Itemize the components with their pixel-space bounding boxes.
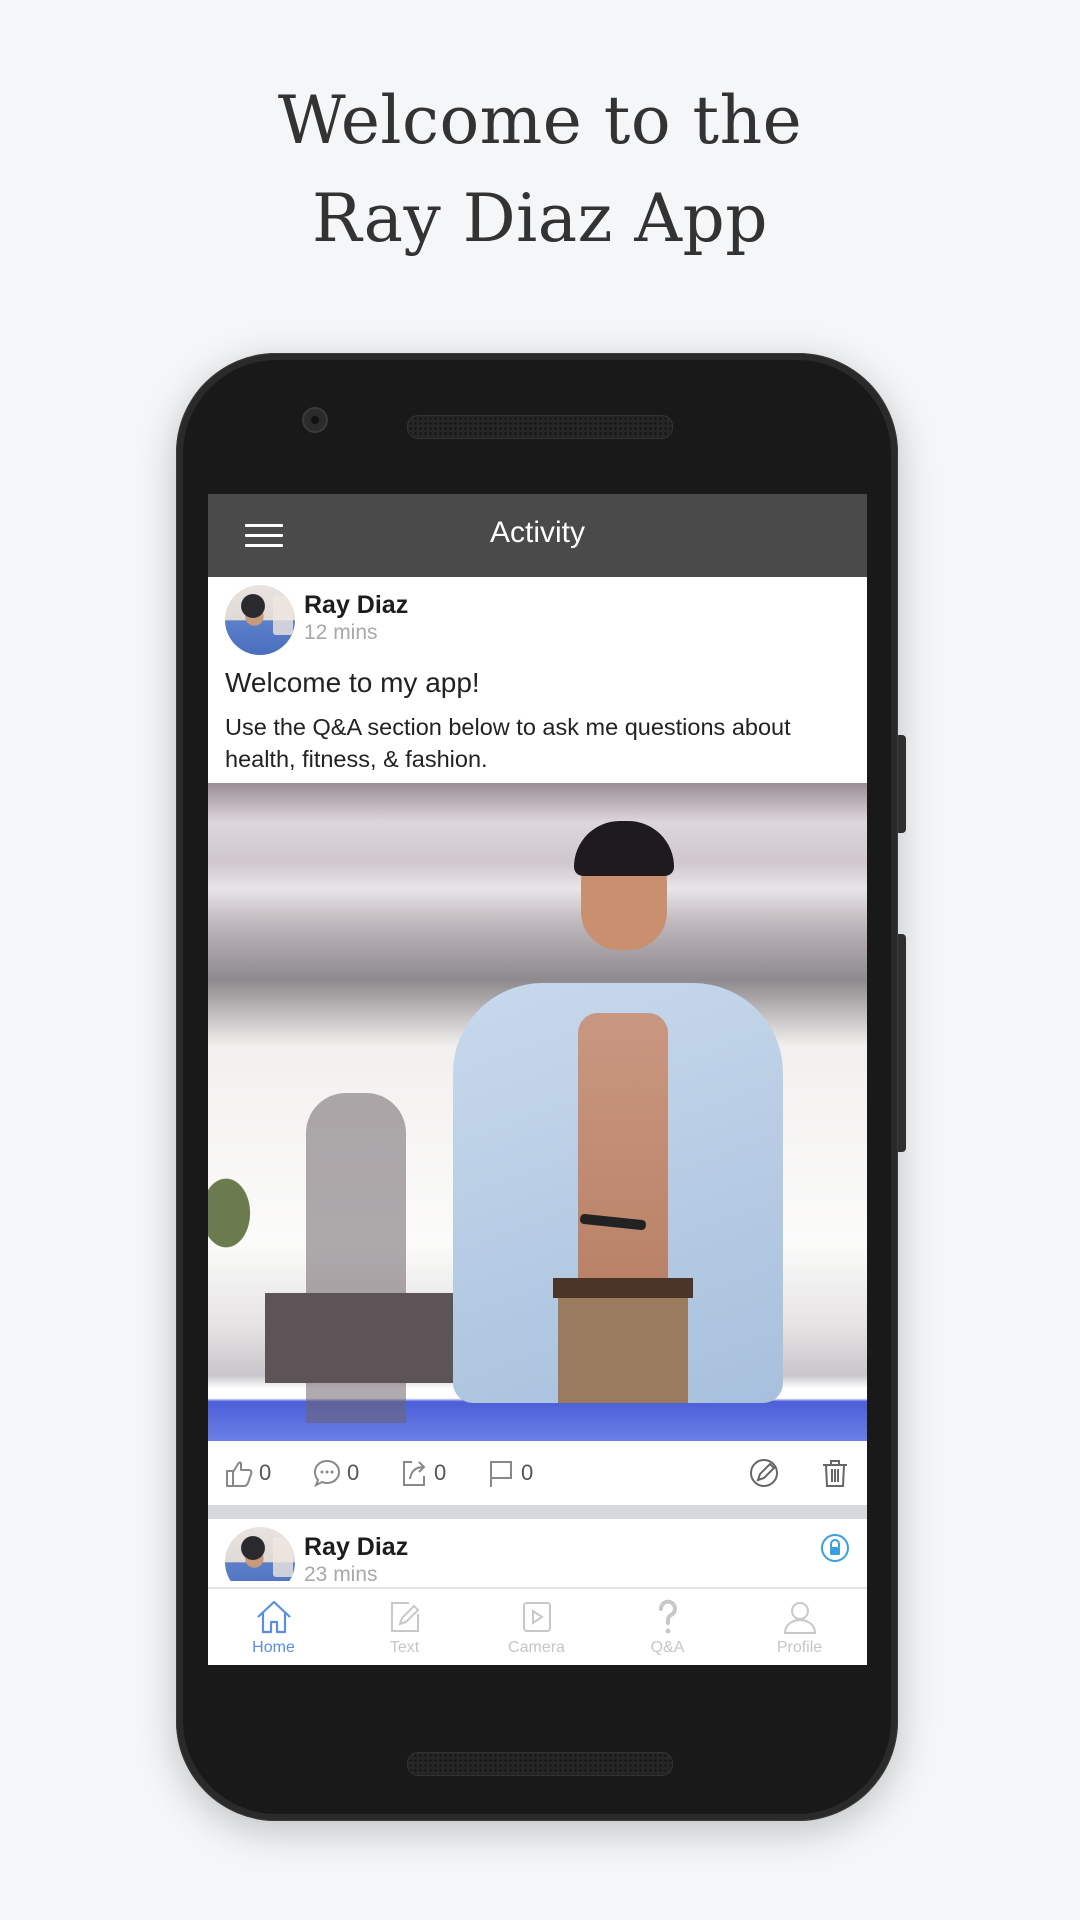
image-desk [265, 1293, 455, 1383]
top-speaker-grille [407, 415, 673, 439]
play-square-icon [522, 1602, 551, 1632]
post-header: Ray Diaz 12 mins [208, 577, 867, 661]
comment-bubble-icon [313, 1459, 341, 1488]
post-divider [208, 1505, 867, 1519]
bottom-speaker-grille [407, 1752, 673, 1776]
page-title: Activity [489, 516, 585, 549]
trash-icon [823, 1460, 847, 1487]
person-icon [783, 1602, 816, 1634]
post-header: Ray Diaz 23 mins [208, 1519, 867, 1581]
image-plant [208, 1153, 268, 1273]
tab-label: Camera [508, 1639, 565, 1656]
thumbs-up-icon [226, 1461, 253, 1487]
app-screen: Activity Ray Diaz 12 mins Welcome to my … [208, 494, 867, 1665]
post-author[interactable]: Ray Diaz [304, 591, 408, 620]
post-timestamp: 12 mins [304, 621, 378, 644]
app-bar: Activity [208, 494, 867, 577]
power-button [898, 735, 906, 833]
comment-count: 0 [347, 1460, 360, 1485]
tab-label: Home [252, 1639, 295, 1656]
tab-text[interactable]: Text [339, 1597, 470, 1657]
image-pants [558, 1288, 688, 1403]
post-card: Ray Diaz 12 mins Welcome to my app! Use … [208, 577, 867, 1505]
tab-label: Text [389, 1639, 420, 1656]
pencil-square-icon [390, 1602, 419, 1632]
post-image[interactable] [208, 783, 867, 1441]
welcome-headline: Welcome to the Ray Diaz App [0, 72, 1080, 268]
like-button[interactable]: 0 [223, 1457, 271, 1489]
flag-icon [490, 1461, 512, 1487]
activity-feed[interactable]: Ray Diaz 12 mins Welcome to my app! Use … [208, 577, 867, 1581]
flag-button[interactable]: 0 [485, 1457, 533, 1489]
headline-line-2: Ray Diaz App [311, 180, 769, 257]
question-mark-icon [658, 1599, 677, 1634]
image-hair [574, 821, 674, 876]
post-card: Ray Diaz 23 mins [208, 1519, 867, 1581]
home-icon [256, 1600, 291, 1634]
share-button[interactable]: 0 [398, 1457, 446, 1489]
edit-pencil-icon [750, 1459, 778, 1487]
avatar[interactable] [225, 1527, 295, 1581]
tab-label: Profile [776, 1639, 823, 1656]
front-camera [302, 407, 328, 433]
bottom-tab-bar: Home Text Camera Q&A Profile [208, 1587, 867, 1665]
tab-camera[interactable]: Camera [471, 1597, 602, 1657]
volume-button [898, 934, 906, 1152]
lock-icon[interactable] [820, 1533, 850, 1563]
post-body: Use the Q&A section below to ask me ques… [225, 714, 791, 772]
share-count: 0 [434, 1460, 447, 1485]
comment-button[interactable]: 0 [311, 1457, 359, 1489]
tab-label: Q&A [650, 1639, 685, 1656]
headline-line-1: Welcome to the [277, 82, 803, 159]
delete-post-button[interactable] [819, 1457, 851, 1489]
post-actions: 0 0 0 0 [208, 1441, 867, 1505]
flag-count: 0 [521, 1460, 534, 1485]
share-icon [403, 1461, 426, 1486]
post-timestamp: 23 mins [304, 1563, 378, 1581]
tab-home[interactable]: Home [208, 1597, 339, 1657]
edit-post-button[interactable] [748, 1457, 780, 1489]
post-title: Welcome to my app! [225, 667, 480, 698]
post-author[interactable]: Ray Diaz [304, 1533, 408, 1562]
avatar[interactable] [225, 585, 295, 655]
image-belt [553, 1278, 693, 1298]
tab-profile[interactable]: Profile [734, 1597, 865, 1657]
like-count: 0 [259, 1460, 272, 1485]
tab-qa[interactable]: Q&A [602, 1597, 733, 1657]
